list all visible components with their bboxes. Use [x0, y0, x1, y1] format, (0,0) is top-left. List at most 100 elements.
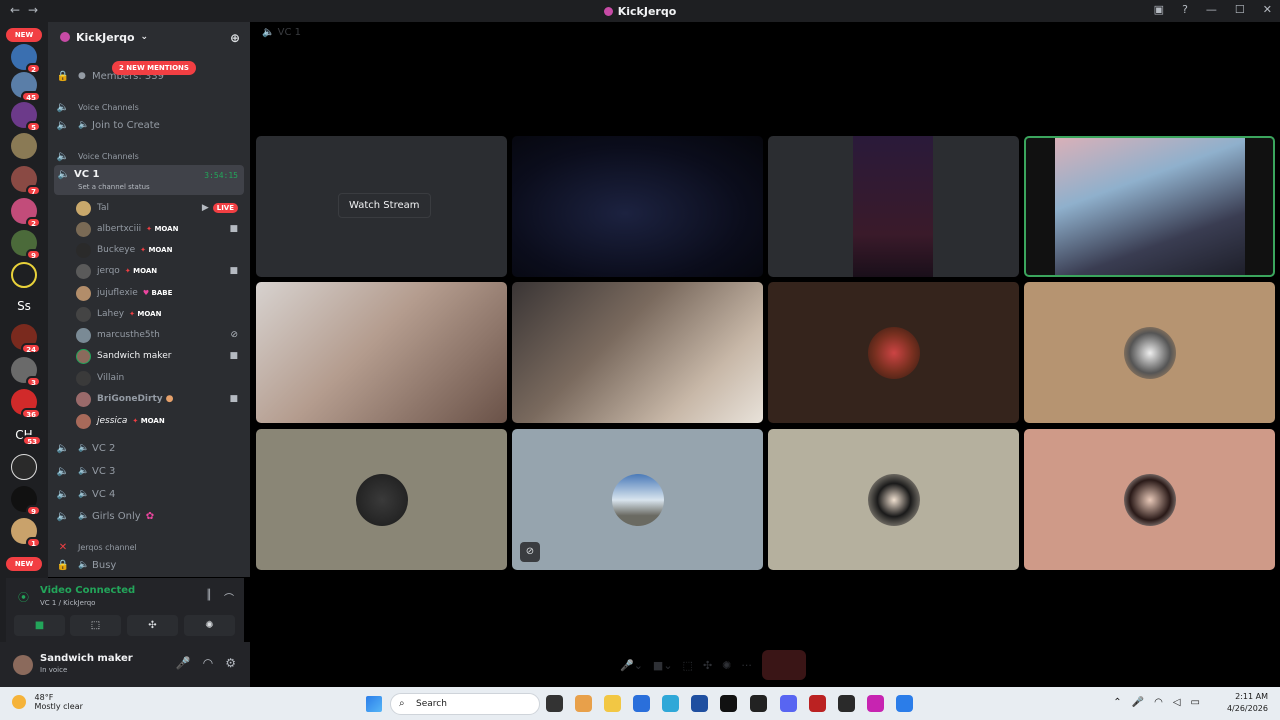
video-tile[interactable]	[768, 136, 1019, 277]
microphone-icon[interactable]: 🎤⌄	[620, 659, 643, 672]
invite-people-icon[interactable]: ⊕	[230, 31, 240, 45]
voice-member[interactable]: jujuflexie BABE	[76, 284, 244, 302]
server-icon[interactable]	[11, 133, 37, 159]
category-voice-channels[interactable]: 🔈 Voice Channels	[48, 100, 250, 114]
activities-button[interactable]: ✣	[127, 615, 178, 636]
app-icon[interactable]	[691, 695, 708, 712]
server-icon[interactable]: 36	[11, 389, 41, 419]
activities-icon[interactable]: ✣	[703, 659, 712, 672]
soundboard-icon[interactable]: ✺	[722, 659, 731, 672]
camera-icon[interactable]: ■⌄	[653, 659, 673, 672]
server-icon[interactable]	[11, 454, 37, 480]
server-icon[interactable]: 9	[11, 486, 41, 516]
voice-member[interactable]: albertxciii MOAN ■	[76, 220, 244, 238]
alienware-icon[interactable]	[720, 695, 737, 712]
server-icon[interactable]: 3	[11, 357, 41, 387]
voice-member[interactable]: Villain	[76, 369, 244, 387]
avatar[interactable]	[13, 655, 33, 675]
avatar-tile[interactable]	[1024, 429, 1275, 570]
close-button[interactable]: ✕	[1263, 3, 1272, 16]
server-icon[interactable]: 45	[11, 72, 41, 102]
video-tile[interactable]	[512, 136, 763, 277]
watch-stream-button[interactable]: Watch Stream	[338, 193, 431, 218]
avatar-tile[interactable]	[768, 282, 1019, 423]
app-icon[interactable]	[867, 695, 884, 712]
help-icon[interactable]: ?	[1182, 3, 1188, 16]
channel-vc1-active[interactable]: 🔈 VC 1 3:54:15 Set a channel status	[54, 165, 244, 195]
voice-member[interactable]: BriGoneDirty ● ■	[76, 390, 244, 408]
channel-vc2[interactable]: 🔈 🔈 VC 2	[48, 438, 250, 458]
server-icon-text[interactable]: Ss	[11, 293, 37, 319]
inbox-icon[interactable]: ▣	[1154, 3, 1164, 16]
new-mentions-pill[interactable]: 2 NEW MENTIONS	[112, 61, 196, 75]
edge-icon[interactable]	[662, 695, 679, 712]
avatar-tile[interactable]	[768, 429, 1019, 570]
disconnect-button[interactable]	[761, 650, 806, 680]
channel-vc4[interactable]: 🔈 🔈 VC 4	[48, 484, 250, 504]
app-icon[interactable]	[809, 695, 826, 712]
voice-member[interactable]: Buckeye MOAN	[76, 241, 244, 259]
video-tile[interactable]	[512, 282, 763, 423]
server-icon-active[interactable]: 7	[11, 166, 41, 196]
channel-busy[interactable]: 🔒 🔈 Busy	[48, 555, 250, 575]
task-view-icon[interactable]	[546, 695, 563, 712]
disconnect-icon[interactable]: ⌒	[224, 590, 234, 605]
more-icon[interactable]: ···	[741, 659, 752, 672]
video-tile[interactable]	[256, 282, 507, 423]
stream-tile[interactable]: Watch Stream	[256, 136, 507, 277]
avatar-tile[interactable]	[1024, 282, 1275, 423]
start-button[interactable]	[366, 696, 382, 712]
server-icon[interactable]: 2	[11, 44, 41, 74]
category-jerqos-channel[interactable]: ✕ Jerqos channel	[48, 540, 250, 554]
avatar-tile[interactable]	[256, 429, 507, 570]
avatar-tile[interactable]: ⊘	[512, 429, 763, 570]
new-pill-top[interactable]: NEW	[6, 28, 42, 42]
server-icon[interactable]	[11, 262, 37, 288]
soundboard-button[interactable]: ✺	[184, 615, 235, 636]
voice-member[interactable]: jessica MOAN	[76, 412, 244, 430]
store-icon[interactable]	[633, 695, 650, 712]
battery-icon[interactable]: ▭	[1191, 697, 1200, 708]
channel-girls-only[interactable]: 🔈 🔈 Girls Only ✿	[48, 506, 250, 526]
voice-member[interactable]: jerqo MOAN ■	[76, 262, 244, 280]
volume-icon[interactable]: ◁	[1173, 697, 1181, 708]
microphone-icon[interactable]: 🎤	[1132, 697, 1144, 708]
category-voice-channels-2[interactable]: 🔈 Voice Channels	[48, 149, 250, 163]
voice-member-self[interactable]: Sandwich maker ■	[76, 347, 244, 365]
app-icon[interactable]	[838, 695, 855, 712]
voice-channel-path[interactable]: VC 1 / KickJerqo	[40, 599, 95, 607]
camera-button[interactable]: ■	[14, 615, 65, 636]
maximize-button[interactable]: ☐	[1235, 3, 1245, 16]
file-explorer-icon[interactable]	[604, 695, 621, 712]
screen-share-icon[interactable]: ⬚	[683, 659, 693, 672]
channel-join-to-create[interactable]: 🔈 🔈 Join to Create	[48, 115, 250, 135]
app-icon[interactable]	[896, 695, 913, 712]
minimize-button[interactable]: —	[1206, 3, 1217, 16]
clock[interactable]: 2:11 AM 4/26/2026	[1227, 691, 1268, 715]
leo-icon[interactable]	[750, 695, 767, 712]
discord-icon[interactable]	[780, 695, 797, 712]
video-tile-speaking[interactable]	[1024, 136, 1275, 277]
noise-suppression-icon[interactable]: ║	[206, 590, 212, 605]
server-icon[interactable]: 5	[11, 102, 41, 132]
screen-share-button[interactable]: ⬚	[70, 615, 121, 636]
voice-member[interactable]: Lahey MOAN	[76, 305, 244, 323]
weather-widget[interactable]: 48°F Mostly clear	[12, 693, 83, 711]
taskbar-search[interactable]: ⌕ Search	[390, 693, 540, 715]
server-icon[interactable]: 2	[11, 198, 41, 228]
set-channel-status[interactable]: Set a channel status	[78, 183, 150, 191]
gear-icon[interactable]: ⚙	[225, 656, 236, 670]
channel-vc3[interactable]: 🔈 🔈 VC 3	[48, 461, 250, 481]
voice-member[interactable]: marcusthe5th ⊘	[76, 326, 244, 344]
server-icon[interactable]: 24	[11, 324, 41, 354]
voice-member[interactable]: Tal ▶ LIVE	[76, 199, 244, 217]
copilot-icon[interactable]	[575, 695, 592, 712]
signal-icon[interactable]: ⦿	[18, 589, 29, 605]
server-icon[interactable]: 9	[11, 230, 41, 260]
wifi-icon[interactable]: ◠	[1154, 697, 1163, 708]
chevron-up-icon[interactable]: ⌃	[1113, 697, 1121, 708]
server-icon[interactable]: 1	[11, 518, 41, 548]
new-pill-bottom[interactable]: NEW	[6, 557, 42, 571]
server-header[interactable]: KickJerqo ⌄ ⊕	[48, 22, 250, 52]
microphone-icon[interactable]: 🎤	[176, 656, 191, 670]
